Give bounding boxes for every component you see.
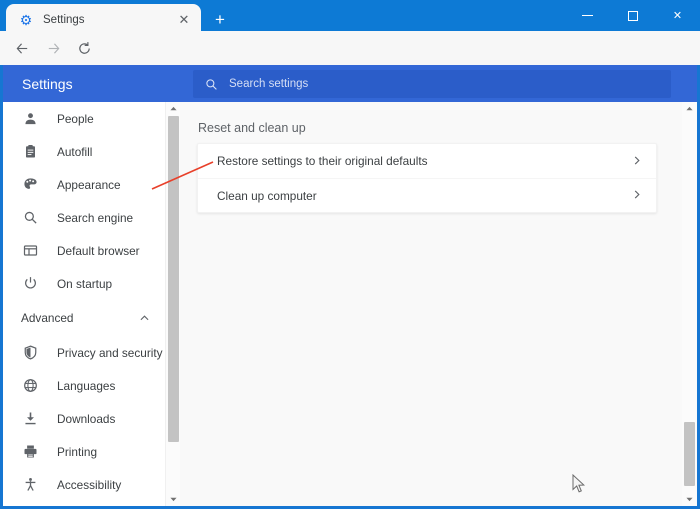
sidebar-item-accessibility[interactable]: Accessibility <box>3 468 165 501</box>
sidebar-item-label: Downloads <box>57 412 115 426</box>
back-icon[interactable] <box>8 34 36 62</box>
title-bar: ⚙ Settings ✕ + ✕ <box>0 0 700 31</box>
section-title: Reset and clean up <box>198 121 306 135</box>
page-title: Settings <box>22 76 73 92</box>
sidebar-item-downloads[interactable]: Downloads <box>3 402 165 435</box>
sidebar-item-label: Privacy and security <box>57 346 163 360</box>
sidebar-item-privacy-and-security[interactable]: Privacy and security <box>3 336 165 369</box>
shield-icon <box>21 344 39 362</box>
settings-app-header: Settings Search settings <box>3 65 697 102</box>
close-window-button[interactable]: ✕ <box>655 0 700 31</box>
main-scrollbar[interactable] <box>682 102 697 506</box>
browser-toolbar: Chrome chrome://settings/reset <box>0 31 700 65</box>
gear-glyph: ⚙ <box>18 12 34 28</box>
sidebar-group-label: Advanced <box>21 311 140 325</box>
sidebar-item-label: On startup <box>57 277 112 291</box>
scroll-up-arrow-icon[interactable] <box>166 102 181 115</box>
minimize-button[interactable] <box>565 0 610 31</box>
clipboard-icon <box>21 143 39 161</box>
reload-icon[interactable] <box>70 34 98 62</box>
reset-options-card: Restore settings to their original defau… <box>197 143 657 213</box>
sidebar-item-label: Printing <box>57 445 97 459</box>
search-settings-input[interactable]: Search settings <box>193 70 671 98</box>
tab-title: Settings <box>43 14 174 26</box>
settings-sidebar: People Autofill Appearance Search engine <box>3 102 165 506</box>
accessibility-icon <box>21 476 39 494</box>
chevron-right-icon <box>634 190 640 201</box>
forward-icon[interactable] <box>39 34 67 62</box>
browser-window-icon <box>21 242 39 260</box>
scroll-down-arrow-icon[interactable] <box>166 493 181 506</box>
sidebar-item-people[interactable]: People <box>3 102 165 135</box>
palette-icon <box>21 176 39 194</box>
globe-icon <box>21 377 39 395</box>
row-clean-up-computer[interactable]: Clean up computer <box>198 178 656 212</box>
scroll-down-arrow-icon[interactable] <box>682 493 697 506</box>
maximize-button[interactable] <box>610 0 655 31</box>
sidebar-scrollbar-thumb[interactable] <box>168 116 179 442</box>
printer-icon <box>21 443 39 461</box>
sidebar-item-label: People <box>57 112 94 126</box>
sidebar-group-advanced[interactable]: Advanced <box>3 300 165 336</box>
window-controls: ✕ <box>565 0 700 31</box>
magnifier-icon <box>21 209 39 227</box>
sidebar-item-search-engine[interactable]: Search engine <box>3 201 165 234</box>
download-icon <box>21 410 39 428</box>
sidebar-item-label: Autofill <box>57 145 92 159</box>
sidebar-item-system[interactable]: System <box>3 501 165 506</box>
chevron-up-icon <box>140 314 149 323</box>
sidebar-item-appearance[interactable]: Appearance <box>3 168 165 201</box>
search-icon <box>205 78 218 91</box>
sidebar-item-label: Languages <box>57 379 115 393</box>
sidebar-scrollbar[interactable] <box>165 102 180 506</box>
settings-content: People Autofill Appearance Search engine <box>3 102 697 506</box>
sidebar-item-default-browser[interactable]: Default browser <box>3 234 165 267</box>
close-icon[interactable]: ✕ <box>174 10 194 30</box>
browser-window: ⚙ Settings ✕ + ✕ Chrome <box>0 0 700 509</box>
sidebar-item-label: Search engine <box>57 211 133 225</box>
search-placeholder: Search settings <box>229 78 308 90</box>
sidebar-item-printing[interactable]: Printing <box>3 435 165 468</box>
chevron-right-icon <box>634 156 640 167</box>
row-restore-settings[interactable]: Restore settings to their original defau… <box>198 144 656 178</box>
sidebar-item-on-startup[interactable]: On startup <box>3 267 165 300</box>
sidebar-item-label: Appearance <box>57 178 121 192</box>
scroll-up-arrow-icon[interactable] <box>682 102 697 115</box>
row-label: Restore settings to their original defau… <box>217 154 634 168</box>
gear-icon: ⚙ <box>18 12 34 28</box>
row-label: Clean up computer <box>217 189 634 203</box>
power-icon <box>21 275 39 293</box>
main-scrollbar-thumb[interactable] <box>684 422 695 486</box>
sidebar-item-label: Default browser <box>57 244 140 258</box>
sidebar-item-languages[interactable]: Languages <box>3 369 165 402</box>
sidebar-item-autofill[interactable]: Autofill <box>3 135 165 168</box>
mouse-cursor <box>572 474 586 494</box>
person-icon <box>21 110 39 128</box>
new-tab-button[interactable]: + <box>207 6 233 32</box>
sidebar-item-label: Accessibility <box>57 478 121 492</box>
settings-main-panel: Reset and clean up Restore settings to t… <box>180 102 682 506</box>
